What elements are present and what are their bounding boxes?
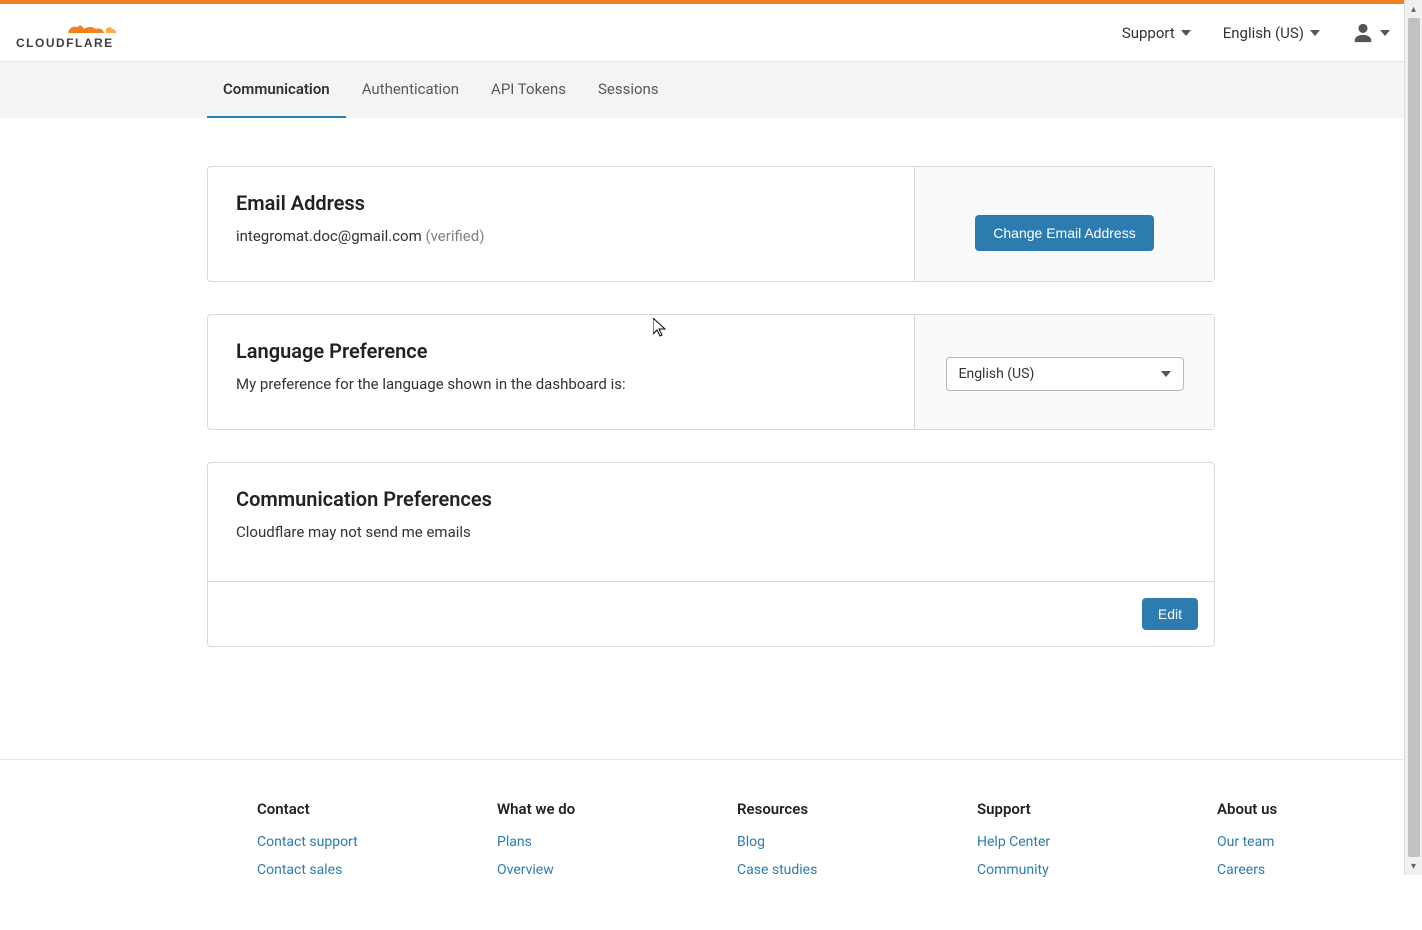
footer-link[interactable]: Case studies xyxy=(737,862,877,878)
email-status: (verified) xyxy=(426,227,485,245)
footer-col-title: What we do xyxy=(497,800,637,818)
communication-preferences-text: Cloudflare may not send me emails xyxy=(236,523,1186,541)
footer-link[interactable]: Contact support xyxy=(257,834,397,850)
scrollbar[interactable]: ▴ ▾ xyxy=(1404,0,1422,875)
support-label: Support xyxy=(1122,24,1175,42)
footer-col-resources: Resources Blog Case studies xyxy=(737,800,877,890)
footer-link[interactable]: Overview xyxy=(497,862,637,878)
footer-col-support: Support Help Center Community xyxy=(977,800,1117,890)
email-address-value: integromat.doc@gmail.com (verified) xyxy=(236,227,886,245)
language-menu[interactable]: English (US) xyxy=(1223,24,1320,42)
tabs-container: Communication Authentication API Tokens … xyxy=(0,61,1422,118)
footer-link[interactable]: Careers xyxy=(1217,862,1357,878)
footer-link[interactable]: Blog xyxy=(737,834,877,850)
main-content: Email Address integromat.doc@gmail.com (… xyxy=(207,118,1215,759)
language-preference-card: Language Preference My preference for th… xyxy=(207,314,1215,430)
tab-authentication[interactable]: Authentication xyxy=(346,62,475,118)
card-title: Email Address xyxy=(236,191,886,215)
header: CLOUDFLARE Support English (US) xyxy=(0,4,1422,61)
card-title: Communication Preferences xyxy=(236,487,1186,511)
chevron-down-icon xyxy=(1310,30,1320,36)
tab-sessions[interactable]: Sessions xyxy=(582,62,675,118)
language-label: English (US) xyxy=(1223,24,1304,42)
scroll-up-arrow[interactable]: ▴ xyxy=(1405,0,1422,18)
scroll-down-arrow[interactable]: ▾ xyxy=(1405,857,1422,875)
footer-col-title: Contact xyxy=(257,800,397,818)
chevron-down-icon xyxy=(1161,371,1171,377)
footer-col-contact: Contact Contact support Contact sales xyxy=(257,800,397,890)
logo-text: CLOUDFLARE xyxy=(16,36,114,50)
footer-link[interactable]: Contact sales xyxy=(257,862,397,878)
footer-col-what-we-do: What we do Plans Overview xyxy=(497,800,637,890)
footer-col-title: Resources xyxy=(737,800,877,818)
account-menu[interactable] xyxy=(1352,22,1390,44)
chevron-down-icon xyxy=(1181,30,1191,36)
language-select[interactable]: English (US) xyxy=(946,357,1184,391)
cloudflare-cloud-icon xyxy=(68,25,116,33)
footer-link[interactable]: Our team xyxy=(1217,834,1357,850)
email-address-card: Email Address integromat.doc@gmail.com (… xyxy=(207,166,1215,282)
chevron-down-icon xyxy=(1380,30,1390,36)
logo[interactable]: CLOUDFLARE xyxy=(16,15,136,51)
page-footer: Contact Contact support Contact sales Wh… xyxy=(0,759,1422,930)
footer-col-title: Support xyxy=(977,800,1117,818)
edit-button[interactable]: Edit xyxy=(1142,598,1198,630)
footer-link[interactable]: Plans xyxy=(497,834,637,850)
footer-col-about-us: About us Our team Careers xyxy=(1217,800,1357,890)
footer-col-title: About us xyxy=(1217,800,1357,818)
language-selected: English (US) xyxy=(959,366,1035,382)
scroll-thumb[interactable] xyxy=(1408,18,1420,857)
footer-link[interactable]: Community xyxy=(977,862,1117,878)
card-title: Language Preference xyxy=(236,339,886,363)
tab-communication[interactable]: Communication xyxy=(207,62,346,118)
communication-preferences-card: Communication Preferences Cloudflare may… xyxy=(207,462,1215,647)
email-value: integromat.doc@gmail.com xyxy=(236,227,422,245)
language-preference-text: My preference for the language shown in … xyxy=(236,375,886,393)
user-icon xyxy=(1352,22,1374,44)
change-email-button[interactable]: Change Email Address xyxy=(975,215,1153,251)
tab-api-tokens[interactable]: API Tokens xyxy=(475,62,582,118)
footer-link[interactable]: Help Center xyxy=(977,834,1117,850)
support-menu[interactable]: Support xyxy=(1122,24,1191,42)
header-right: Support English (US) xyxy=(1122,22,1406,44)
